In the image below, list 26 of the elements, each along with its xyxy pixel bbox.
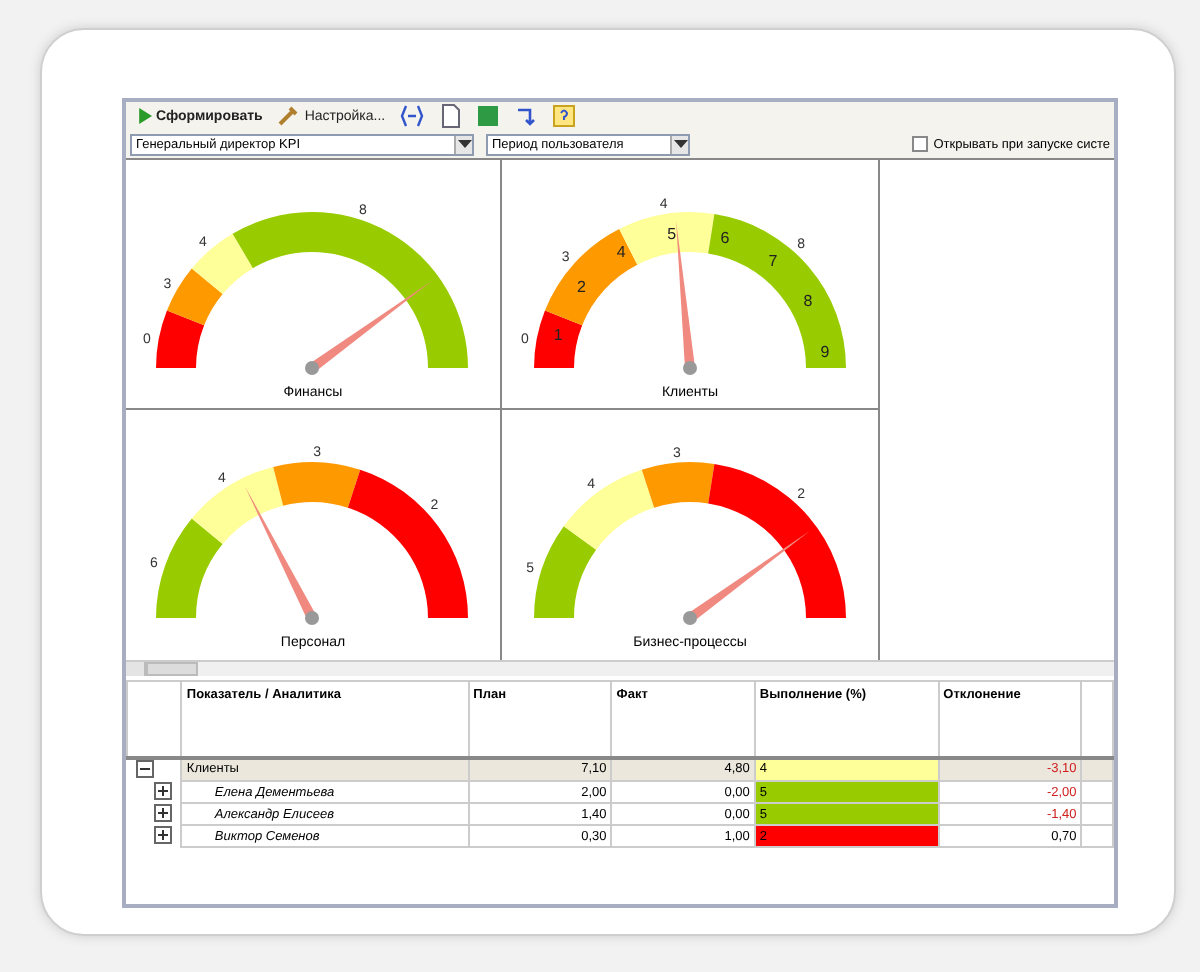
toolbar-button[interactable] (395, 104, 428, 128)
toolbar-button[interactable] (547, 104, 580, 128)
scale-label: 9 (819, 342, 829, 361)
horizontal-scrollbar[interactable] (126, 660, 1114, 676)
scale-label: 2 (575, 278, 585, 297)
gauge-needle (244, 486, 319, 625)
help-icon (551, 104, 576, 128)
spreadsheet-icon (475, 104, 500, 128)
brackets-icon (399, 104, 424, 128)
scale-label: 5 (666, 225, 676, 244)
scale-label: 4 (615, 242, 625, 261)
expand-toggle[interactable] (153, 781, 171, 799)
arrow-icon (513, 104, 538, 128)
scale-label: 7 (767, 252, 777, 271)
scroll-thumb[interactable] (146, 662, 198, 676)
gauge-needle (305, 281, 432, 375)
expand-toggle[interactable] (153, 825, 171, 843)
scale-label: 6 (719, 228, 729, 247)
gauge-needle (682, 531, 809, 625)
collapse-toggle[interactable] (135, 759, 153, 777)
play-icon (136, 104, 152, 128)
scale-label: 8 (802, 292, 812, 311)
expand-toggle[interactable] (153, 803, 171, 821)
checkbox[interactable] (911, 136, 928, 152)
wrench-icon (276, 104, 301, 128)
scale-label: 1 (552, 326, 562, 345)
